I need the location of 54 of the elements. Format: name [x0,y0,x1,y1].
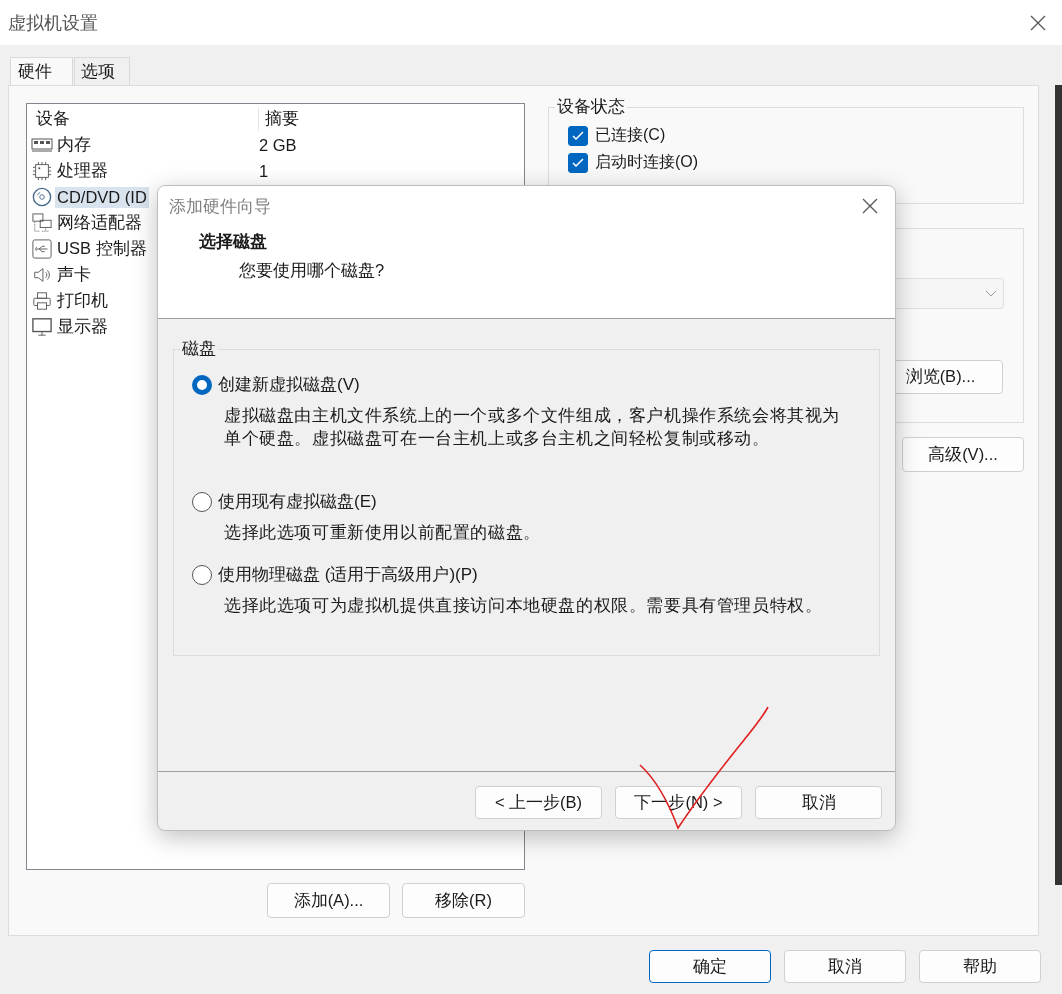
column-header[interactable]: 摘要 [265,109,299,127]
option-label: 创建新虚拟磁盘(V) [218,374,360,396]
device-item[interactable]: 声卡 [55,263,93,287]
tab[interactable]: 选项 [74,57,130,85]
option-label: 使用物理磁盘 (适用于高级用户)(P) [218,564,478,586]
wizard-button[interactable]: < 上一步(B) [475,786,602,819]
option-description: 选择此选项可重新使用以前配置的磁盘。 [224,522,542,544]
dialog-button[interactable]: 确定 [649,950,771,983]
dialog-button[interactable]: 帮助 [919,950,1041,983]
radio-button[interactable] [192,491,212,512]
device-item[interactable]: 处理器 [55,159,110,183]
dialog-button[interactable]: 取消 [784,950,906,983]
step-subtitle: 您要使用哪个磁盘? [239,260,386,281]
checkbox-label: 已连接(C) [595,125,666,145]
advanced-button[interactable]: 高级(V)... [902,437,1024,472]
device-item[interactable]: USB 控制器 [55,237,149,261]
printer-icon [31,291,53,311]
disc-icon [31,187,53,207]
option-description: 虚拟磁盘由主机文件系统上的一个或多个文件组成，客户机操作系统会将其视为单个硬盘。虚拟磁盘可在一台主机上或多台主机之间轻松复制或移动。 [224,405,841,450]
summary-cell: 1 [259,161,269,180]
group-title: 设备状态 [556,96,626,117]
option-description: 选择此选项可为虚拟机提供直接访问本地硬盘的权限。需要具有管理员特权。 [224,595,824,617]
usb-icon [31,239,53,259]
device-item[interactable]: CD/DVD (ID [55,186,149,208]
check-icon [572,131,584,140]
dialog-title: 添加硬件向导 [169,195,271,218]
wizard-button[interactable]: 取消 [755,786,882,819]
speaker-icon [31,265,53,285]
summary-cell: 2 GB [259,135,297,154]
group-title: 磁盘 [181,338,217,359]
check-icon [572,158,584,167]
device-button[interactable]: 添加(A)... [267,883,390,918]
close-icon[interactable] [1030,14,1046,31]
network-icon [31,213,53,233]
device-item[interactable]: 打印机 [55,289,110,313]
radio-button[interactable] [192,564,212,585]
tab[interactable]: 硬件 [10,57,73,85]
memory-icon [31,135,53,155]
device-item[interactable]: 网络适配器 [55,211,144,235]
checkbox[interactable] [568,125,588,146]
device-button[interactable]: 移除(R) [402,883,525,918]
option-label: 使用现有虚拟磁盘(E) [218,491,377,513]
chip-icon [31,161,53,181]
device-item[interactable]: 显示器 [55,315,110,339]
chevron-icon [985,289,997,298]
monitor-icon [31,317,53,337]
column-header[interactable]: 设备 [36,108,70,130]
device-item[interactable]: 内存 [55,133,93,157]
checkbox-label: 启动时连接(O) [595,152,699,172]
close-icon[interactable] [862,198,878,214]
window-title: 虚拟机设置 [8,11,98,35]
radio-button[interactable] [192,374,212,395]
step-heading: 选择磁盘 [199,231,268,253]
checkbox[interactable] [568,152,588,173]
